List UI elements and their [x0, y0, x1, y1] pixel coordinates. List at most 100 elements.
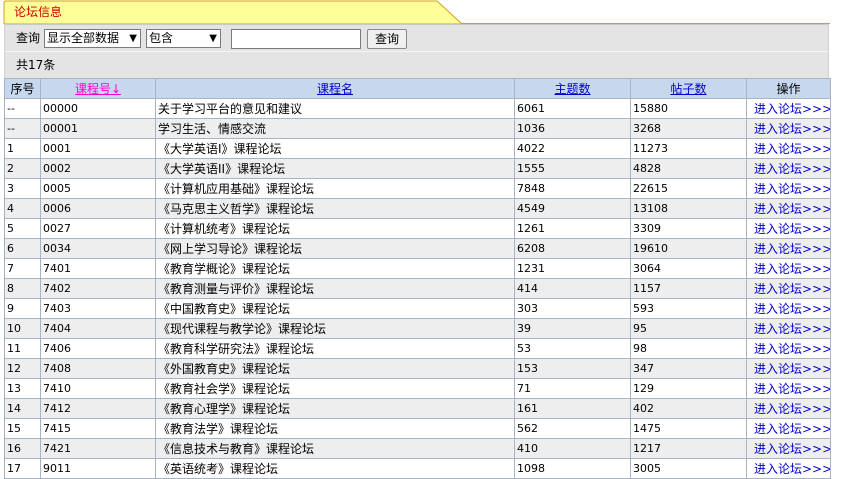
enter-forum-link[interactable]: 进入论坛>>> [754, 182, 830, 196]
table-row: -- 00000 关于学习平台的意见和建议 6061 15880 进入论坛>>> [4, 98, 831, 119]
cell-post-count: 95 [630, 318, 747, 339]
match-select[interactable]: 包含 ▼ [146, 29, 221, 48]
enter-forum-link[interactable]: 进入论坛>>> [754, 362, 830, 376]
col-header-action: 操作 [746, 78, 831, 99]
enter-forum-link[interactable]: 进入论坛>>> [754, 242, 830, 256]
cell-post-count: 13108 [630, 198, 747, 219]
cell-action: 进入论坛>>> [746, 258, 831, 279]
cell-topic-count: 6208 [514, 238, 631, 259]
cell-course-name: 《教育法学》课程论坛 [155, 418, 515, 439]
cell-course-name: 《教育心理学》课程论坛 [155, 398, 515, 419]
sort-by-posts-link[interactable]: 帖子数 [670, 82, 706, 96]
cell-index: 16 [4, 438, 41, 459]
result-count: 共17条 [16, 58, 56, 72]
cell-course-name: 《中国教育史》课程论坛 [155, 298, 515, 319]
cell-topic-count: 562 [514, 418, 631, 439]
scope-select-value: 显示全部数据 [47, 31, 120, 45]
enter-forum-link[interactable]: 进入论坛>>> [754, 142, 830, 156]
enter-forum-link[interactable]: 进入论坛>>> [754, 422, 830, 436]
enter-forum-link[interactable]: 进入论坛>>> [754, 122, 830, 136]
enter-forum-link[interactable]: 进入论坛>>> [754, 442, 830, 456]
table-row: 4 0006 《马克思主义哲学》课程论坛 4549 13108 进入论坛>>> [4, 198, 831, 219]
cell-course-name: 《教育学概论》课程论坛 [155, 258, 515, 279]
cell-index: 1 [4, 138, 41, 159]
enter-forum-link[interactable]: 进入论坛>>> [754, 462, 830, 476]
cell-post-count: 402 [630, 398, 747, 419]
enter-forum-link[interactable]: 进入论坛>>> [754, 102, 830, 116]
cell-course-code: 00000 [40, 98, 156, 119]
sort-by-code-link[interactable]: 课程号↓ [75, 82, 121, 96]
enter-forum-link[interactable]: 进入论坛>>> [754, 402, 830, 416]
cell-course-code: 7402 [40, 278, 156, 299]
forum-tab-header: 论坛信息 [0, 0, 842, 24]
enter-forum-link[interactable]: 进入论坛>>> [754, 282, 830, 296]
cell-post-count: 1157 [630, 278, 747, 299]
enter-forum-link[interactable]: 进入论坛>>> [754, 162, 830, 176]
cell-action: 进入论坛>>> [746, 398, 831, 419]
cell-course-code: 0006 [40, 198, 156, 219]
cell-post-count: 3309 [630, 218, 747, 239]
cell-topic-count: 303 [514, 298, 631, 319]
cell-action: 进入论坛>>> [746, 418, 831, 439]
enter-forum-link[interactable]: 进入论坛>>> [754, 302, 830, 316]
cell-course-name: 《网上学习导论》课程论坛 [155, 238, 515, 259]
cell-topic-count: 7848 [514, 178, 631, 199]
cell-topic-count: 6061 [514, 98, 631, 119]
col-header-index: 序号 [4, 78, 41, 99]
cell-action: 进入论坛>>> [746, 358, 831, 379]
cell-action: 进入论坛>>> [746, 198, 831, 219]
enter-forum-link[interactable]: 进入论坛>>> [754, 222, 830, 236]
table-row: 5 0027 《计算机统考》课程论坛 1261 3309 进入论坛>>> [4, 218, 831, 239]
cell-index: 5 [4, 218, 41, 239]
cell-post-count: 22615 [630, 178, 747, 199]
cell-course-name: 《计算机应用基础》课程论坛 [155, 178, 515, 199]
cell-course-code: 0001 [40, 138, 156, 159]
cell-action: 进入论坛>>> [746, 98, 831, 119]
cell-topic-count: 414 [514, 278, 631, 299]
keyword-input[interactable] [231, 29, 361, 49]
col-header-name: 课程名 [155, 78, 515, 99]
cell-index: 8 [4, 278, 41, 299]
sort-by-topics-link[interactable]: 主题数 [554, 82, 590, 96]
dropdown-arrow-icon: ▼ [209, 33, 217, 44]
cell-topic-count: 1231 [514, 258, 631, 279]
table-row: -- 00001 学习生活、情感交流 1036 3268 进入论坛>>> [4, 118, 831, 139]
col-header-code: 课程号↓ [40, 78, 156, 99]
cell-course-name: 《英语统考》课程论坛 [155, 458, 515, 479]
enter-forum-link[interactable]: 进入论坛>>> [754, 262, 830, 276]
cell-post-count: 3268 [630, 118, 747, 139]
cell-course-code: 7412 [40, 398, 156, 419]
table-row: 12 7408 《外国教育史》课程论坛 153 347 进入论坛>>> [4, 358, 831, 379]
cell-index: 7 [4, 258, 41, 279]
cell-index: 11 [4, 338, 41, 359]
cell-course-code: 0002 [40, 158, 156, 179]
cell-action: 进入论坛>>> [746, 378, 831, 399]
cell-action: 进入论坛>>> [746, 218, 831, 239]
table-row: 1 0001 《大学英语I》课程论坛 4022 11273 进入论坛>>> [4, 138, 831, 159]
cell-index: -- [4, 118, 41, 139]
enter-forum-link[interactable]: 进入论坛>>> [754, 342, 830, 356]
cell-topic-count: 161 [514, 398, 631, 419]
search-button[interactable]: 查询 [367, 29, 407, 49]
cell-index: 4 [4, 198, 41, 219]
cell-topic-count: 53 [514, 338, 631, 359]
scope-select[interactable]: 显示全部数据 ▼ [44, 29, 141, 48]
cell-post-count: 98 [630, 338, 747, 359]
cell-course-code: 7408 [40, 358, 156, 379]
table-row: 3 0005 《计算机应用基础》课程论坛 7848 22615 进入论坛>>> [4, 178, 831, 199]
match-select-value: 包含 [149, 31, 174, 45]
cell-post-count: 1475 [630, 418, 747, 439]
table-row: 11 7406 《教育科学研究法》课程论坛 53 98 进入论坛>>> [4, 338, 831, 359]
enter-forum-link[interactable]: 进入论坛>>> [754, 202, 830, 216]
cell-course-name: 《现代课程与教学论》课程论坛 [155, 318, 515, 339]
cell-action: 进入论坛>>> [746, 138, 831, 159]
cell-topic-count: 39 [514, 318, 631, 339]
enter-forum-link[interactable]: 进入论坛>>> [754, 322, 830, 336]
enter-forum-link[interactable]: 进入论坛>>> [754, 382, 830, 396]
cell-course-name: 学习生活、情感交流 [155, 118, 515, 139]
cell-action: 进入论坛>>> [746, 438, 831, 459]
sort-by-name-link[interactable]: 课程名 [317, 82, 353, 96]
cell-topic-count: 1036 [514, 118, 631, 139]
cell-post-count: 3005 [630, 458, 747, 479]
tab-title[interactable]: 论坛信息 [14, 5, 62, 19]
